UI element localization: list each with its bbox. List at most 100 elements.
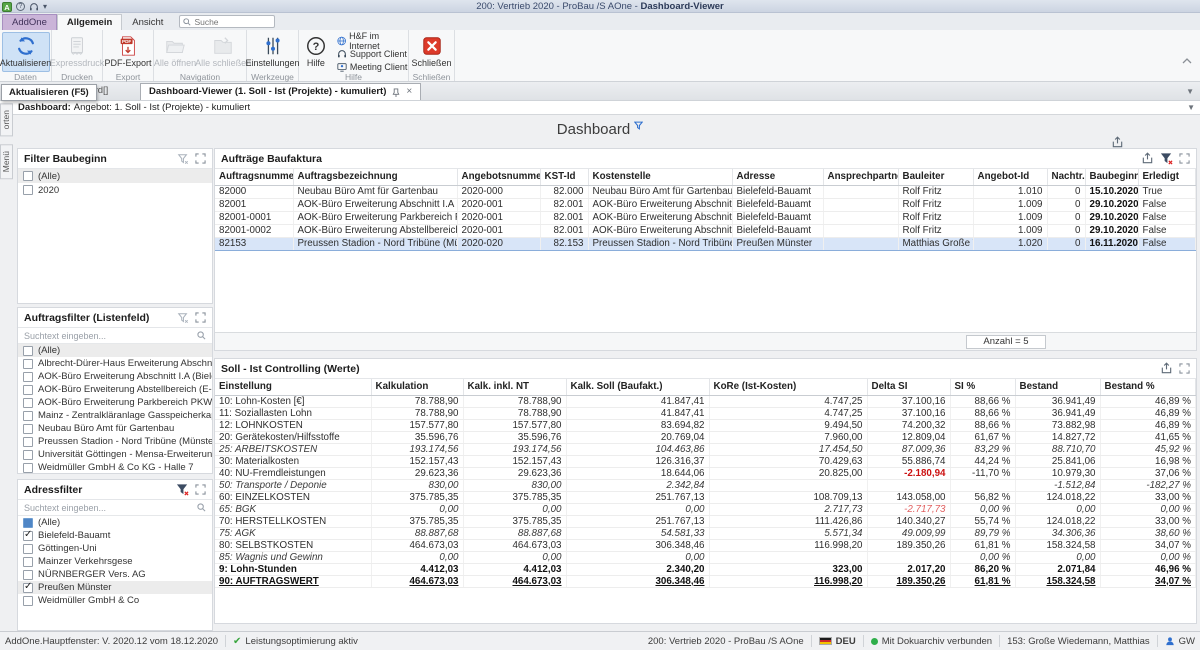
column-header[interactable]: Ansprechpartner bbox=[823, 169, 898, 185]
table-row[interactable]: 60: EINZELKOSTEN375.785,35375.785,35251.… bbox=[215, 491, 1196, 503]
column-header[interactable]: Kalkulation bbox=[371, 379, 463, 395]
help-icon[interactable]: ? bbox=[16, 2, 25, 11]
table-row[interactable]: 70: HERSTELLKOSTEN375.785,35375.785,3525… bbox=[215, 515, 1196, 527]
pdf-export-button[interactable]: PDF PDF-Export bbox=[104, 32, 152, 72]
list-item[interactable]: Universität Göttingen - Mensa-Erweiterun… bbox=[18, 448, 212, 461]
column-header[interactable]: Auftragsbezeichnung bbox=[293, 169, 457, 185]
column-header[interactable]: KST-Id bbox=[540, 169, 588, 185]
language-selector[interactable]: DEU bbox=[819, 636, 856, 647]
sidetab-menue[interactable]: Menü bbox=[0, 144, 13, 179]
table-row[interactable]: 82153Preussen Stadion - Nord Tribüne (Mü… bbox=[215, 237, 1196, 250]
list-item[interactable]: (Alle) bbox=[18, 169, 212, 183]
sidetab-favoriten[interactable]: orten bbox=[0, 103, 13, 136]
list-item[interactable]: Weidmüller GmbH & Co KG - Halle 7 bbox=[18, 461, 212, 474]
checkbox[interactable] bbox=[23, 583, 33, 593]
column-header[interactable]: Auftragsnummer bbox=[215, 169, 293, 185]
checkbox[interactable] bbox=[23, 544, 33, 554]
filter-icon[interactable] bbox=[634, 121, 643, 130]
table-row[interactable]: 82001AOK-Büro Erweiterung Abschnitt I.A … bbox=[215, 198, 1196, 211]
list-item[interactable]: Mainzer Verkehrsgese bbox=[18, 555, 212, 568]
user-badge[interactable]: GW bbox=[1165, 636, 1195, 647]
meeting-client-link[interactable]: Meeting Client bbox=[337, 61, 408, 72]
table-row[interactable]: 65: BGK0,000,000,002.717,73-2.717,730,00… bbox=[215, 503, 1196, 515]
table-row[interactable]: 11: Soziallasten Lohn78.788,9078.788,904… bbox=[215, 407, 1196, 419]
tab-allgemein[interactable]: Allgemein bbox=[57, 14, 122, 30]
mandant-info[interactable]: 200: Vertrieb 2020 - ProBau /S AOne bbox=[648, 636, 804, 647]
checkbox[interactable] bbox=[23, 359, 33, 369]
checkbox[interactable] bbox=[23, 411, 33, 421]
table-row[interactable]: 82001-0002AOK-Büro Erweiterung Abstellbe… bbox=[215, 224, 1196, 237]
tab-dashboard-viewer[interactable]: Dashboard-Viewer (1. Soll - Ist (Projekt… bbox=[140, 83, 421, 100]
column-header[interactable]: Angebot-Id bbox=[973, 169, 1047, 185]
table-row[interactable]: 80: SELBSTKOSTEN464.673,03464.673,03306.… bbox=[215, 539, 1196, 551]
list-item[interactable]: Weidmüller GmbH & Co bbox=[18, 594, 212, 607]
checkbox[interactable] bbox=[23, 557, 33, 567]
table-row[interactable]: 9: Lohn-Stunden4.412,034.412,032.340,203… bbox=[215, 563, 1196, 575]
checkbox[interactable] bbox=[23, 171, 33, 181]
list-item[interactable]: (Alle) bbox=[18, 344, 212, 357]
expand-icon[interactable] bbox=[195, 153, 206, 164]
user-info[interactable]: 153: Große Wiedemann, Matthias bbox=[1007, 636, 1150, 647]
filter-clear-icon[interactable] bbox=[177, 312, 189, 324]
list-item[interactable]: 2020 bbox=[18, 183, 212, 197]
list-item[interactable]: Neubau Büro Amt für Gartenbau bbox=[18, 422, 212, 435]
column-header[interactable]: Kostenstelle bbox=[588, 169, 732, 185]
column-header[interactable]: Bauleiter bbox=[898, 169, 973, 185]
expand-icon[interactable] bbox=[1179, 153, 1190, 164]
checkbox[interactable] bbox=[23, 372, 33, 382]
table-row[interactable]: 82001-0001AOK-Büro Erweiterung Parkberei… bbox=[215, 211, 1196, 224]
support-client-link[interactable]: Support Client bbox=[337, 48, 408, 59]
list-item[interactable]: Albrecht-Dürer-Haus Erweiterung Abschnit… bbox=[18, 357, 212, 370]
checkbox[interactable] bbox=[23, 518, 33, 528]
auftragsfilter-search[interactable] bbox=[18, 328, 212, 344]
filter-active-icon[interactable] bbox=[1160, 152, 1173, 165]
expand-icon[interactable] bbox=[195, 312, 206, 323]
list-item[interactable]: Bielefeld-Bauamt bbox=[18, 529, 212, 542]
export-icon[interactable] bbox=[1141, 152, 1154, 165]
aktualisieren-button[interactable]: Aktualisieren bbox=[2, 32, 50, 72]
table-row[interactable]: 40: NU-Fremdleistungen29.623,3629.623,36… bbox=[215, 467, 1196, 479]
table-row[interactable]: 50: Transporte / Deponie830,00830,002.34… bbox=[215, 479, 1196, 491]
checkbox[interactable] bbox=[23, 185, 33, 195]
checkbox[interactable] bbox=[23, 398, 33, 408]
column-header[interactable]: Einstellung bbox=[215, 379, 371, 395]
filter-clear-icon[interactable] bbox=[177, 153, 189, 165]
column-header[interactable]: Adresse bbox=[732, 169, 823, 185]
column-header[interactable]: SI % bbox=[950, 379, 1015, 395]
tab-list-chevron-icon[interactable]: ▼ bbox=[1186, 83, 1194, 100]
tab-ansicht[interactable]: Ansicht bbox=[122, 14, 173, 30]
list-item[interactable]: NÜRNBERGER Vers. AG bbox=[18, 568, 212, 581]
column-header[interactable]: Baubeginn bbox=[1085, 169, 1138, 185]
table-row[interactable]: 82000Neubau Büro Amt für Gartenbau2020-0… bbox=[215, 185, 1196, 198]
column-header[interactable]: Kalk. Soll (Baufakt.) bbox=[566, 379, 709, 395]
hilfe-button[interactable]: ? Hilfe bbox=[299, 32, 333, 72]
collapse-ribbon-icon[interactable] bbox=[1182, 58, 1192, 64]
checkbox[interactable] bbox=[23, 570, 33, 580]
expand-icon[interactable] bbox=[1179, 363, 1190, 374]
schliessen-button[interactable]: Schließen bbox=[409, 32, 454, 72]
checkbox[interactable] bbox=[23, 346, 33, 356]
checkbox[interactable] bbox=[23, 437, 33, 447]
column-header[interactable]: KoRe (Ist-Kosten) bbox=[709, 379, 867, 395]
dashboard-selector-bar[interactable]: Dashboard:Angebot: 1. Soll - Ist (Projek… bbox=[0, 101, 1200, 115]
column-header[interactable]: Angebotsnummer bbox=[457, 169, 540, 185]
checkbox[interactable] bbox=[23, 531, 33, 541]
pin-icon[interactable] bbox=[392, 88, 400, 97]
einstellungen-button[interactable]: Einstellungen bbox=[249, 32, 297, 72]
checkbox[interactable] bbox=[23, 385, 33, 395]
column-header[interactable]: Kalk. inkl. NT bbox=[463, 379, 566, 395]
list-item[interactable]: Preußen Münster bbox=[18, 581, 212, 594]
list-item[interactable]: Göttingen-Uni bbox=[18, 542, 212, 555]
table-row[interactable]: 25: ARBEITSKOSTEN193.174,56193.174,56104… bbox=[215, 443, 1196, 455]
tab-addone[interactable]: AddOne bbox=[2, 14, 57, 30]
checkbox[interactable] bbox=[23, 450, 33, 460]
checkbox[interactable] bbox=[23, 596, 33, 606]
chevron-down-icon[interactable]: ▼ bbox=[1187, 101, 1195, 114]
table-row[interactable]: 75: AGK88.887,6888.887,6854.581,335.571,… bbox=[215, 527, 1196, 539]
headset-icon[interactable] bbox=[29, 2, 39, 12]
list-item[interactable]: Preussen Stadion - Nord Tribüne (Münster… bbox=[18, 435, 212, 448]
column-header[interactable]: Erledigt bbox=[1138, 169, 1196, 185]
search-input[interactable] bbox=[24, 503, 197, 513]
app-logo-icon[interactable]: A bbox=[2, 2, 12, 12]
qat-dropdown-icon[interactable]: ▾ bbox=[43, 1, 47, 12]
